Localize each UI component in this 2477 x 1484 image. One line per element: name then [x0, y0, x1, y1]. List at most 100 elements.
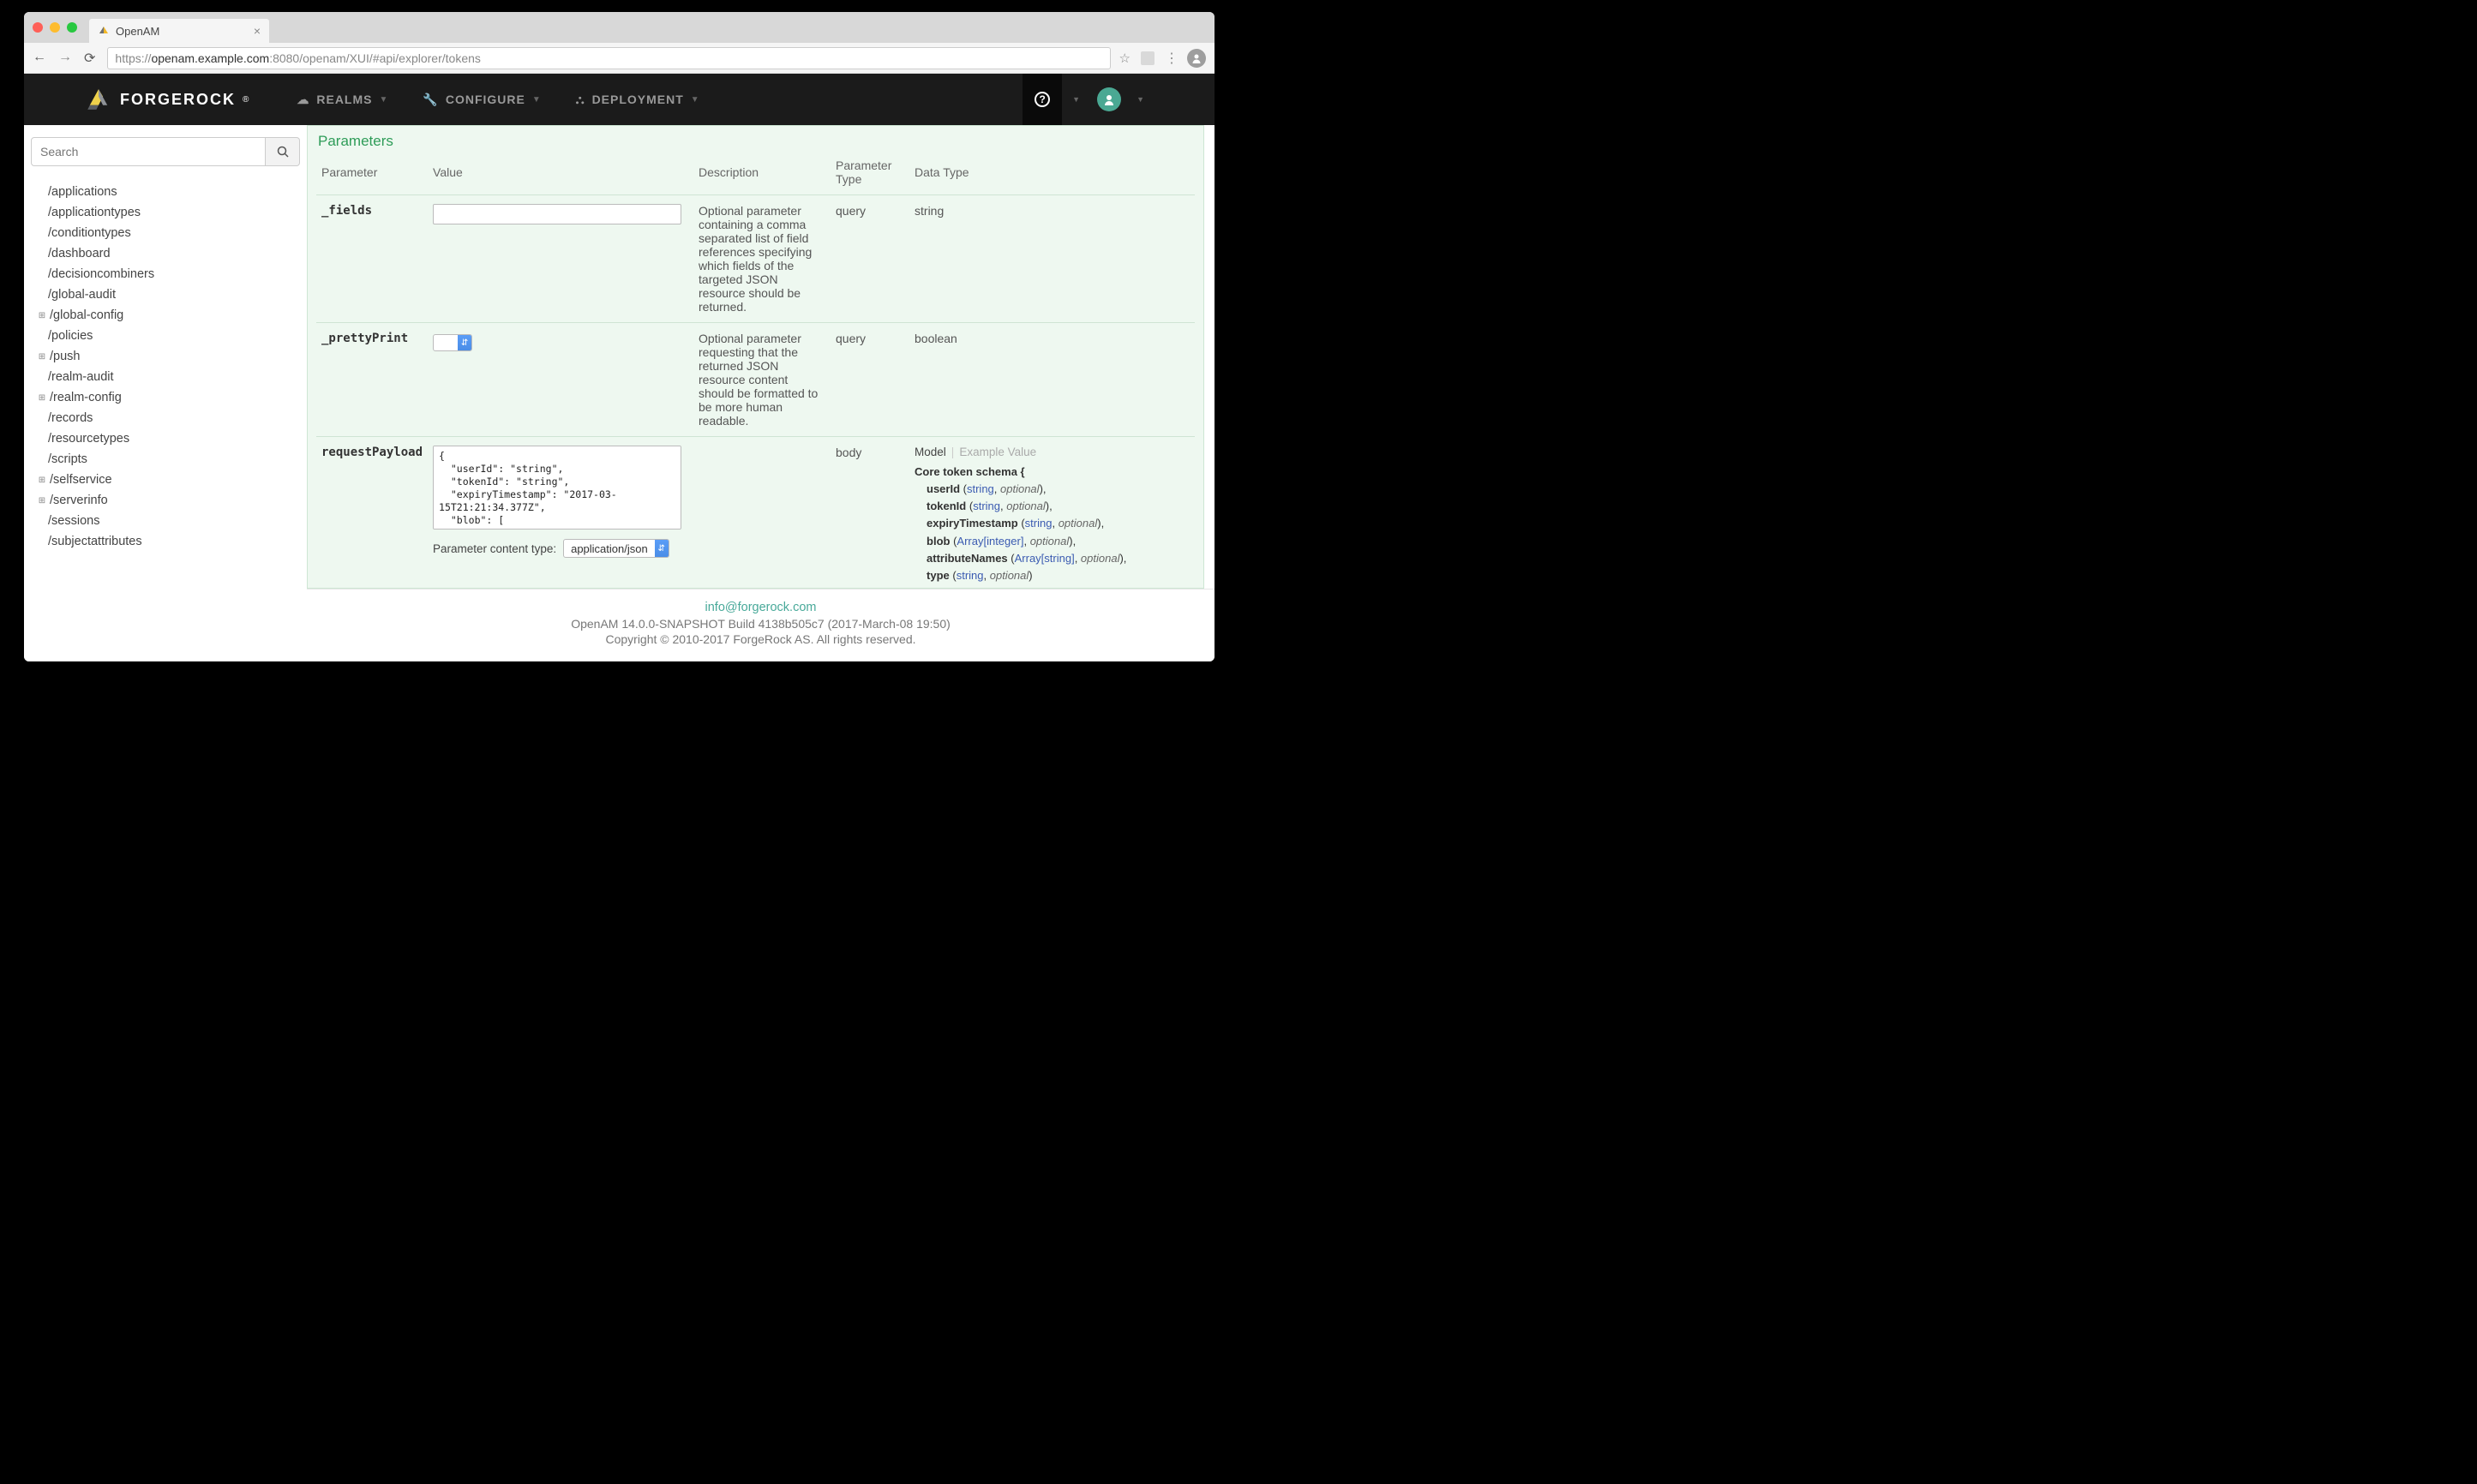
profile-button[interactable] [1187, 49, 1206, 68]
nav-realms[interactable]: ☁ REALMS ▼ [279, 93, 405, 107]
footer-email-link[interactable]: info@forgerock.com [705, 601, 817, 614]
tree-item[interactable]: /decisioncombiners [27, 264, 303, 284]
param-text-input[interactable] [433, 204, 681, 224]
forward-button[interactable]: → [58, 50, 72, 67]
tree-item-label: /push [50, 350, 80, 363]
caret-down-icon[interactable]: ▼ [1062, 95, 1090, 104]
param-row: _prettyPrint⇵Optional parameter requesti… [316, 323, 1195, 437]
content-type-select[interactable]: application/json⇵ [563, 539, 669, 558]
tree-item[interactable]: /applicationtypes [27, 202, 303, 223]
caret-down-icon[interactable]: ▼ [1126, 95, 1155, 104]
tree-item-label: /resourcetypes [48, 432, 129, 446]
back-button[interactable]: ← [33, 50, 46, 67]
main-panel: Parameters Parameter Value Description P… [307, 125, 1215, 661]
param-row: _fieldsOptional parameter containing a c… [316, 195, 1195, 323]
browser-tab[interactable]: OpenAM × [89, 19, 269, 43]
search-input[interactable] [31, 137, 266, 166]
browser-window: OpenAM × ← → ⟳ https://openam.example.co… [24, 12, 1215, 661]
nav-deployment[interactable]: ⛬ DEPLOYMENT ▼ [559, 93, 717, 107]
expand-icon[interactable]: ⊞ [36, 352, 48, 362]
model-tabs: Model|Example Value [915, 446, 1190, 458]
menu-icon[interactable]: ⋮ [1165, 50, 1179, 67]
model-tab[interactable]: Model [915, 446, 946, 458]
param-value-cell [428, 195, 693, 323]
nav-configure[interactable]: 🔧 CONFIGURE ▼ [405, 93, 558, 107]
caret-down-icon: ▼ [691, 95, 700, 105]
param-type: query [831, 195, 909, 323]
tree-item[interactable]: /scripts [27, 449, 303, 470]
app-navbar: FORGEROCK® ☁ REALMS ▼ 🔧 CONFIGURE ▼ ⛬ DE… [24, 74, 1215, 125]
tree-item-label: /global-config [50, 308, 123, 322]
parameters-panel: Parameters Parameter Value Description P… [307, 125, 1204, 589]
close-window-button[interactable] [33, 22, 43, 33]
col-value: Value [428, 152, 693, 195]
url-actions: ☆ ⋮ [1111, 50, 1179, 67]
expand-icon[interactable]: ⊞ [36, 393, 48, 403]
param-description: Optional parameter requesting that the r… [693, 323, 831, 437]
nav-buttons: ← → ⟳ [33, 50, 107, 67]
expand-icon[interactable]: ⊞ [36, 496, 48, 506]
tree-item-label: /selfservice [50, 473, 112, 487]
param-textarea[interactable] [433, 446, 681, 530]
tree-item[interactable]: /conditiontypes [27, 223, 303, 243]
maximize-window-button[interactable] [67, 22, 77, 33]
param-row: requestPayloadParameter content type:app… [316, 437, 1195, 589]
url-path: :8080/openam/XUI/#api/explorer/tokens [269, 51, 481, 65]
tree-item[interactable]: ⊞/push [27, 346, 303, 367]
url-scheme: https:// [115, 51, 151, 65]
tree-item[interactable]: /resourcetypes [27, 428, 303, 449]
help-button[interactable]: ? [1023, 74, 1062, 125]
user-avatar[interactable] [1097, 87, 1121, 111]
parameters-title: Parameters [316, 131, 1195, 152]
url-input[interactable]: https://openam.example.com:8080/openam/X… [107, 47, 1110, 69]
schema-block: Core token schema {userId (string, optio… [915, 464, 1190, 589]
cloud-icon: ☁ [297, 93, 309, 107]
expand-icon[interactable]: ⊞ [36, 311, 48, 320]
tree-item[interactable]: ⊞/global-config [27, 305, 303, 326]
sitemap-icon: ⛬ [576, 93, 585, 107]
content-type-row: Parameter content type: application/json⇵ [433, 539, 688, 558]
param-value-cell: ⇵ [428, 323, 693, 437]
param-description [693, 437, 831, 589]
search-button[interactable] [266, 137, 300, 166]
tree-item[interactable]: /applications [27, 182, 303, 202]
col-ptype: Parameter Type [831, 152, 909, 195]
content-type-label: Parameter content type: [433, 542, 556, 555]
search-row [31, 137, 300, 166]
nav-configure-label: CONFIGURE [446, 93, 525, 106]
col-description: Description [693, 152, 831, 195]
bookmark-icon[interactable]: ☆ [1119, 51, 1131, 66]
tree-item[interactable]: /sessions [27, 511, 303, 531]
param-type: body [831, 437, 909, 589]
tree-item-label: /subjectattributes [48, 535, 142, 548]
extension-icon[interactable] [1141, 51, 1155, 65]
tree-item[interactable]: /global-audit [27, 284, 303, 305]
tree-item[interactable]: ⊞/selfservice [27, 470, 303, 490]
close-tab-icon[interactable]: × [254, 24, 261, 38]
tree-item[interactable]: ⊞/realm-config [27, 387, 303, 408]
window-controls [33, 22, 89, 33]
nav-deployment-label: DEPLOYMENT [592, 93, 684, 106]
tree-item[interactable]: ⊞/serverinfo [27, 490, 303, 511]
example-value-tab[interactable]: Example Value [959, 446, 1036, 458]
tree-item-label: /applicationtypes [48, 206, 141, 219]
tree-item[interactable]: /subjectattributes [27, 531, 303, 552]
expand-icon[interactable]: ⊞ [36, 476, 48, 485]
reload-button[interactable]: ⟳ [84, 50, 95, 67]
tree-item[interactable]: /policies [27, 326, 303, 346]
brand-logo[interactable]: FORGEROCK® [84, 85, 249, 114]
tree-item[interactable]: /realm-audit [27, 367, 303, 387]
nav-right: ? ▼ ▼ [1023, 74, 1155, 125]
param-select[interactable]: ⇵ [433, 334, 472, 351]
tree-item[interactable]: /records [27, 408, 303, 428]
profile-icon [1187, 49, 1206, 68]
tree-item-label: /dashboard [48, 247, 111, 260]
tab-title: OpenAM [116, 25, 159, 38]
minimize-window-button[interactable] [50, 22, 60, 33]
api-tree: /applications/applicationtypes/condition… [27, 182, 303, 552]
tree-item-label: /sessions [48, 514, 99, 528]
tree-item[interactable]: /dashboard [27, 243, 303, 264]
tree-item-label: /policies [48, 329, 93, 343]
tab-bar: OpenAM × [24, 12, 1215, 43]
select-arrow-icon: ⇵ [458, 335, 471, 350]
